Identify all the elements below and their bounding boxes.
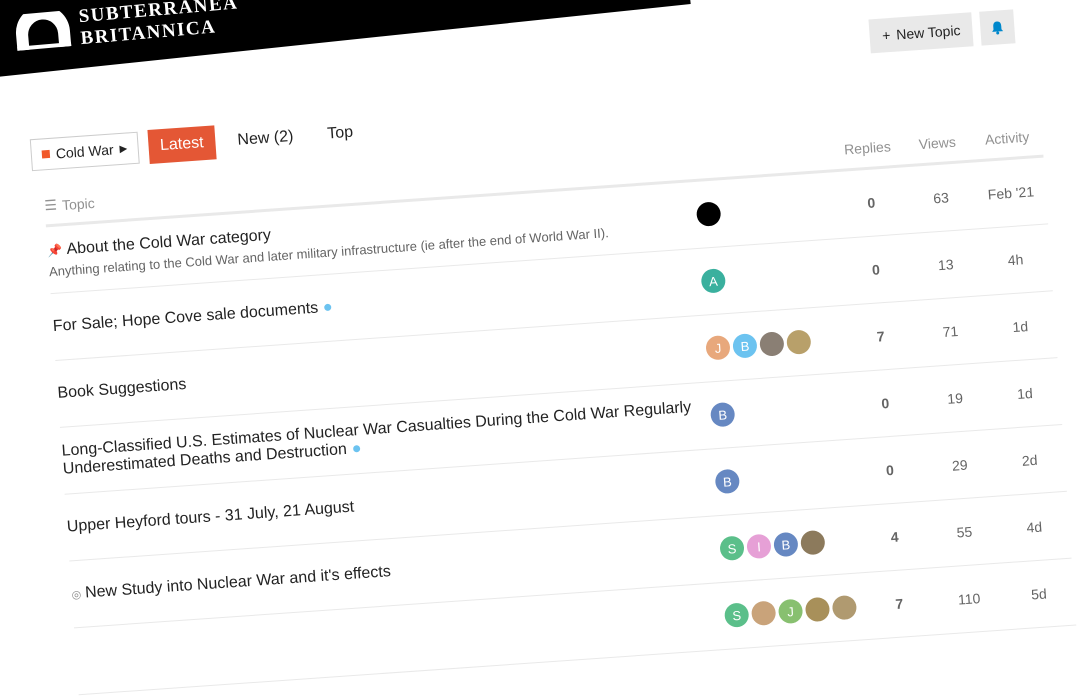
views-column-header[interactable]: Views: [902, 133, 973, 155]
topic-activity[interactable]: Feb '21: [975, 183, 1046, 204]
topic-title-link[interactable]: Upper Heyford tours - 31 July, 21 August: [66, 499, 354, 536]
unread-dot-icon: [352, 445, 361, 453]
activity-column-header[interactable]: Activity: [972, 128, 1043, 150]
new-topic-label: New Topic: [895, 22, 961, 43]
avatar[interactable]: [800, 529, 826, 556]
topic-posters: A: [700, 260, 842, 294]
avatar[interactable]: [831, 594, 858, 621]
avatar[interactable]: S: [723, 602, 750, 628]
avatar[interactable]: B: [732, 333, 758, 359]
avatar[interactable]: [750, 600, 777, 627]
topic-column-label: Topic: [61, 194, 96, 213]
avatar[interactable]: [759, 331, 785, 357]
avatar[interactable]: B: [709, 401, 736, 428]
topic-views: 19: [946, 389, 964, 407]
topic-activity[interactable]: 4h: [980, 249, 1051, 270]
topic-replies: 7: [894, 595, 904, 612]
topic-main: [76, 616, 724, 661]
topic-list: ☰ Topic Replies Views Activity 📌 About th…: [43, 117, 1077, 696]
topic-activity[interactable]: 1d: [989, 383, 1060, 404]
avatar[interactable]: J: [705, 334, 731, 361]
plus-icon: +: [881, 27, 891, 44]
topic-views: 29: [951, 456, 969, 474]
topic-rows: 📌 About the Cold War category Anything rel…: [45, 157, 1077, 696]
bell-icon: [992, 21, 1004, 35]
topic-posters: B: [709, 394, 851, 428]
avatar[interactable]: S: [719, 535, 745, 562]
topic-posters: SIB: [719, 527, 860, 562]
topic-replies: 0: [866, 194, 876, 211]
topic-title-link[interactable]: Book Suggestions: [57, 376, 187, 402]
avatar[interactable]: [695, 201, 722, 227]
topic-posters: SJ: [723, 594, 865, 628]
topic-activity[interactable]: 4d: [999, 517, 1070, 538]
topic-posters: JB: [705, 327, 846, 361]
topic-views: 55: [956, 523, 973, 541]
caret-right-icon: ▶: [119, 143, 128, 155]
topic-views: 110: [957, 590, 981, 608]
category-color-swatch: [41, 149, 51, 159]
tab-top[interactable]: Top: [314, 115, 366, 152]
category-label: Cold War: [55, 141, 115, 162]
avatar[interactable]: [786, 329, 812, 355]
header-actions: + New Topic: [868, 9, 1016, 54]
topic-replies: 0: [885, 461, 895, 479]
avatar[interactable]: B: [773, 531, 799, 558]
topic-activity[interactable]: 1d: [985, 316, 1056, 337]
topic-replies: 0: [880, 394, 890, 412]
topic-views: 13: [937, 256, 955, 274]
topic-replies: 4: [890, 528, 900, 546]
new-topic-button[interactable]: + New Topic: [868, 12, 974, 54]
tab-latest[interactable]: Latest: [146, 125, 217, 164]
users-column-header: [692, 142, 833, 169]
unlisted-icon: ◎: [71, 588, 82, 602]
replies-column-header[interactable]: Replies: [832, 137, 903, 159]
topic-title-line: [76, 616, 724, 661]
topic-navbar: Cold War ▶ Latest New (2) Top: [29, 115, 366, 172]
notifications-button[interactable]: [979, 9, 1016, 46]
avatar[interactable]: J: [777, 598, 804, 625]
unread-dot-icon: [323, 303, 332, 312]
page-content: + New Topic Cold War ▶ Latest New (2) To…: [0, 0, 1080, 696]
topic-activity[interactable]: 2d: [994, 450, 1065, 471]
topic-replies: 7: [876, 328, 886, 345]
topic-title-link[interactable]: For Sale; Hope Cove sale documents: [52, 300, 318, 336]
pin-icon: 📌: [47, 242, 64, 258]
list-icon: ☰: [43, 196, 58, 214]
topic-views: 63: [932, 189, 950, 207]
avatar[interactable]: A: [700, 268, 727, 294]
topic-activity[interactable]: 5d: [1003, 584, 1074, 605]
category-dropdown[interactable]: Cold War ▶: [29, 131, 140, 172]
topic-replies: 0: [871, 261, 881, 278]
topic-views: 71: [942, 322, 959, 341]
topic-posters: B: [714, 461, 856, 495]
avatar[interactable]: B: [714, 468, 741, 495]
topic-posters: [695, 193, 837, 227]
avatar[interactable]: I: [746, 533, 772, 560]
tab-new[interactable]: New (2): [224, 119, 306, 158]
topic-title-link[interactable]: New Study into Nuclear War and it's effe…: [85, 563, 392, 601]
avatar[interactable]: [804, 596, 831, 623]
